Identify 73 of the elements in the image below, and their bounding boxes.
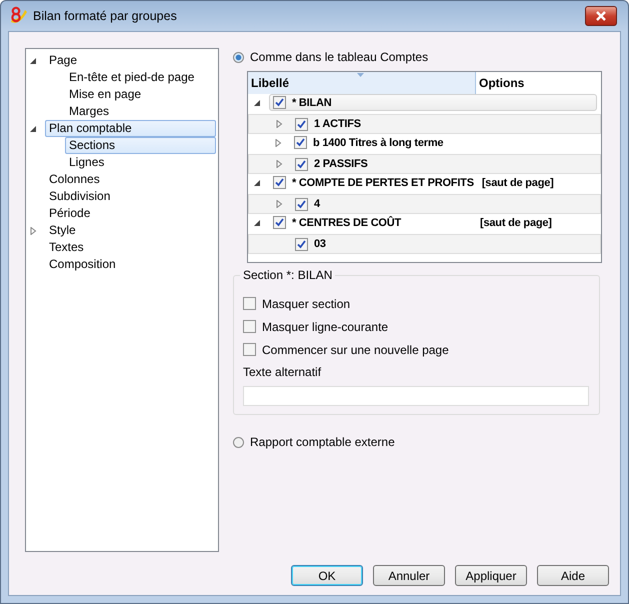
column-header[interactable]: Libellé — [248, 72, 476, 94]
tree-item[interactable]: En-tête et pied-de page — [65, 69, 216, 86]
tree-item[interactable]: Sections — [65, 137, 216, 154]
tree-row[interactable]: 4 — [291, 196, 324, 212]
tree-row[interactable]: 2 PASSIFS — [291, 156, 372, 172]
checkbox[interactable] — [273, 216, 286, 229]
collapse-icon[interactable] — [254, 218, 261, 226]
account-label: b 1400 Titres à long terme — [313, 136, 444, 148]
checkbox[interactable] — [243, 297, 256, 310]
checkbox[interactable] — [295, 198, 308, 210]
tree-item[interactable]: Plan comptable — [45, 120, 216, 137]
account-label: 1 ACTIFS — [314, 118, 361, 130]
tree-item[interactable]: Page — [45, 52, 216, 69]
field-label: Texte alternatif — [243, 365, 322, 381]
tree-item[interactable]: Lignes — [65, 154, 216, 171]
tree-row[interactable]: b 1400 Titres à long terme — [290, 134, 448, 151]
tree-item[interactable]: Style — [45, 222, 216, 239]
tree-row[interactable]: 03 — [291, 236, 330, 252]
checkbox[interactable] — [243, 343, 256, 356]
close-button[interactable] — [585, 6, 617, 26]
dialog-button[interactable]: OK — [291, 565, 363, 586]
radio-label[interactable]: Rapport comptable externe — [250, 435, 395, 449]
checkbox[interactable] — [243, 320, 256, 333]
dialog-button[interactable]: Appliquer — [455, 565, 527, 586]
expand-icon[interactable] — [30, 226, 37, 234]
tree-row[interactable]: * CENTRES DE COÛT — [269, 214, 406, 231]
account-label: 4 — [314, 198, 320, 210]
account-label: 03 — [314, 238, 326, 250]
radio-button[interactable] — [233, 52, 244, 62]
sort-icon — [357, 73, 364, 77]
options-cell: [saut de page] — [482, 176, 554, 188]
checkbox[interactable] — [295, 238, 308, 250]
collapse-icon[interactable] — [254, 98, 261, 106]
group-title: Section *: BILAN — [240, 268, 336, 282]
tree-row[interactable]: 1 ACTIFS — [291, 116, 365, 132]
input-field[interactable] — [243, 386, 589, 406]
expand-icon[interactable] — [276, 120, 283, 128]
options-cell: [saut de page] — [480, 216, 552, 228]
dialog-button[interactable]: Annuler — [373, 565, 445, 586]
tree-item[interactable]: Période — [45, 205, 216, 222]
collapse-icon[interactable] — [30, 124, 37, 132]
tree-item[interactable]: Subdivision — [45, 188, 216, 205]
tree-item[interactable]: Colonnes — [45, 171, 216, 188]
column-header[interactable]: Options — [476, 72, 601, 94]
checkbox[interactable] — [295, 158, 308, 170]
dialog-button[interactable]: Aide — [537, 565, 609, 586]
tree-item[interactable]: Mise en page — [65, 86, 216, 103]
account-label: * COMPTE DE PERTES ET PROFITS — [292, 176, 474, 188]
checkbox[interactable] — [273, 96, 286, 109]
expand-icon[interactable] — [276, 160, 283, 168]
close-icon — [595, 11, 607, 21]
collapse-icon[interactable] — [30, 56, 37, 64]
window-title: Bilan formaté par groupes — [33, 9, 177, 23]
checkbox[interactable] — [294, 136, 307, 149]
checkbox-label[interactable]: Commencer sur une nouvelle page — [262, 342, 449, 356]
checkbox[interactable] — [273, 176, 286, 189]
tree-row[interactable]: * COMPTE DE PERTES ET PROFITS — [269, 174, 478, 191]
checkbox-label[interactable]: Masquer ligne-courante — [262, 320, 388, 334]
tree-item[interactable]: Marges — [65, 103, 216, 120]
radio-button[interactable] — [233, 436, 244, 448]
account-label: * BILAN — [292, 96, 333, 108]
collapse-icon[interactable] — [254, 178, 261, 186]
app-logo-icon — [9, 6, 29, 26]
account-label: 2 PASSIFS — [314, 158, 368, 170]
tree-row[interactable]: * BILAN — [269, 94, 597, 111]
checkbox-label[interactable]: Masquer section — [262, 296, 350, 310]
radio-label[interactable]: Comme dans le tableau Comptes — [250, 50, 428, 64]
account-label: * CENTRES DE COÛT — [292, 216, 402, 228]
tree-item[interactable]: Textes — [45, 239, 216, 256]
checkbox[interactable] — [295, 118, 308, 130]
tree-item[interactable]: Composition — [45, 256, 216, 273]
expand-icon[interactable] — [276, 200, 283, 208]
expand-icon[interactable] — [275, 138, 282, 146]
